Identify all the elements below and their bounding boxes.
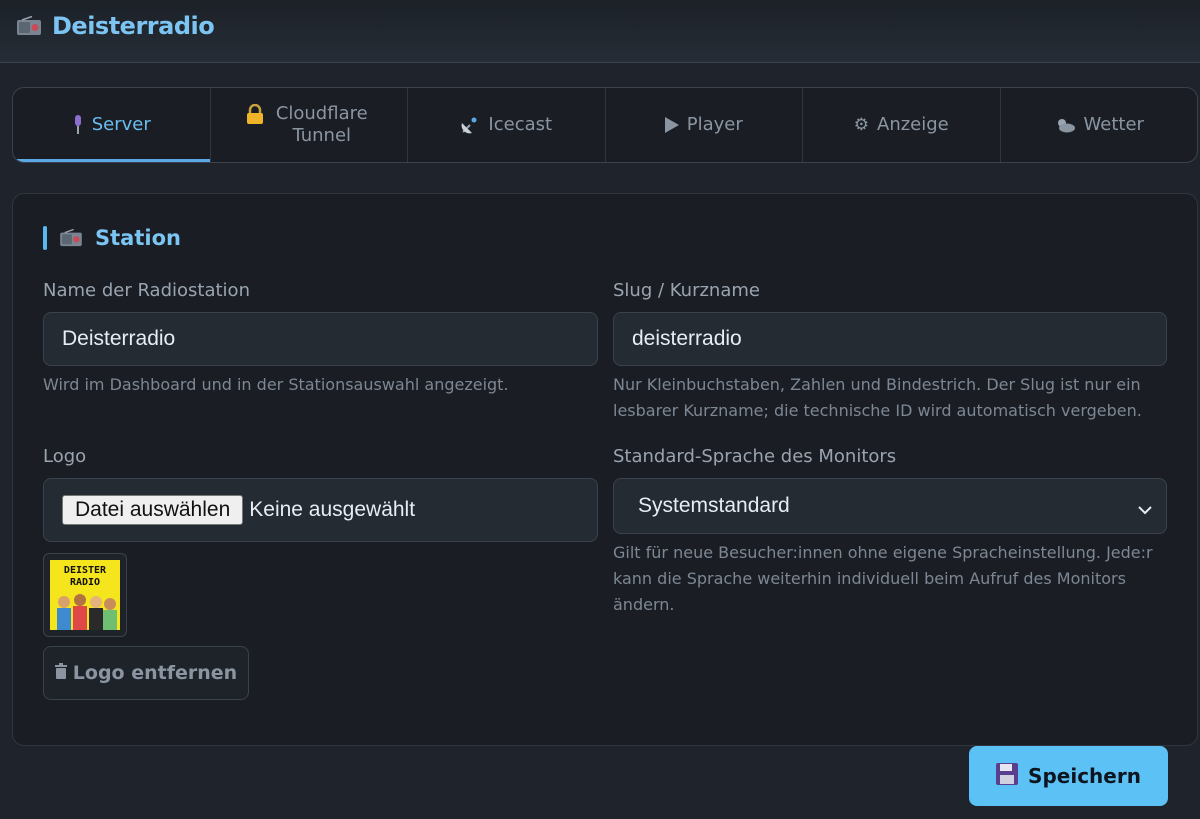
chevron-down-icon [1138, 497, 1152, 521]
save-button[interactable]: Speichern [969, 746, 1168, 806]
tab-icecast[interactable]: Icecast [408, 88, 606, 162]
logo-text-line2: RADIO [70, 577, 100, 588]
satellite-dish-icon [460, 115, 480, 135]
floppy-disk-icon [996, 762, 1019, 790]
station-card: Station Name der Radiostation Deisterrad… [12, 193, 1198, 746]
trash-icon [54, 662, 67, 684]
language-hint: Gilt für neue Besucher:innen ohne eigene… [613, 543, 1153, 614]
section-title: Station [95, 226, 181, 250]
top-bar: Deisterradio [0, 0, 1200, 63]
choose-file-button[interactable]: Datei auswählen [62, 495, 244, 525]
lock-icon [246, 104, 264, 124]
tab-label: Wetter [1083, 114, 1144, 135]
brand[interactable]: Deisterradio [16, 10, 215, 42]
radio-icon [16, 15, 42, 36]
play-icon [664, 117, 679, 133]
logo-image: DEISTER RADIO [50, 560, 120, 630]
name-label: Name der Radiostation [43, 280, 250, 301]
slug-hint: Nur Kleinbuchstaben, Zahlen und Bindestr… [613, 375, 1142, 420]
section-header: Station [43, 224, 181, 252]
tab-label: Anzeige [877, 114, 949, 135]
language-select[interactable]: Systemstandard [613, 478, 1167, 534]
tab-server[interactable]: Server [13, 88, 211, 162]
remove-logo-label: Logo entfernen [72, 662, 238, 684]
logo-preview: DEISTER RADIO [43, 553, 127, 637]
tab-anzeige[interactable]: ⚙ Anzeige [803, 88, 1001, 162]
save-label: Speichern [1028, 764, 1141, 788]
tab-bar: Server Cloudflare Tunnel Icecast Player … [12, 87, 1198, 163]
tab-label: Icecast [488, 114, 553, 135]
gear-icon: ⚙ [853, 115, 869, 135]
slug-label: Slug / Kurzname [613, 280, 760, 301]
section-accent-bar [43, 226, 47, 250]
tab-label: Player [686, 114, 743, 135]
station-name-input[interactable]: Deisterradio [43, 312, 598, 366]
file-status: Keine ausgewählt [249, 498, 416, 521]
language-label: Standard-Sprache des Monitors [613, 446, 897, 467]
logo-label: Logo [43, 446, 87, 467]
logo-file-input[interactable]: Datei auswählen Keine ausgewählt [43, 478, 598, 542]
tab-player[interactable]: Player [606, 88, 803, 162]
language-selected-value: Systemstandard [638, 494, 790, 517]
radio-icon [59, 228, 83, 247]
tab-label: Server [91, 114, 151, 135]
tab-cloudflare-tunnel[interactable]: Cloudflare Tunnel [211, 88, 408, 162]
remove-logo-button[interactable]: Logo entfernen [43, 646, 249, 700]
tab-label: Cloudflare Tunnel [275, 103, 368, 146]
microphone-icon [72, 115, 84, 135]
app-title: Deisterradio [52, 12, 215, 40]
cloud-sun-icon [1054, 117, 1076, 133]
tab-wetter[interactable]: Wetter [1001, 88, 1198, 162]
slug-input[interactable]: deisterradio [613, 312, 1167, 366]
logo-text-line1: DEISTER [64, 565, 107, 576]
name-hint: Wird im Dashboard und in der Stationsaus… [43, 375, 509, 394]
